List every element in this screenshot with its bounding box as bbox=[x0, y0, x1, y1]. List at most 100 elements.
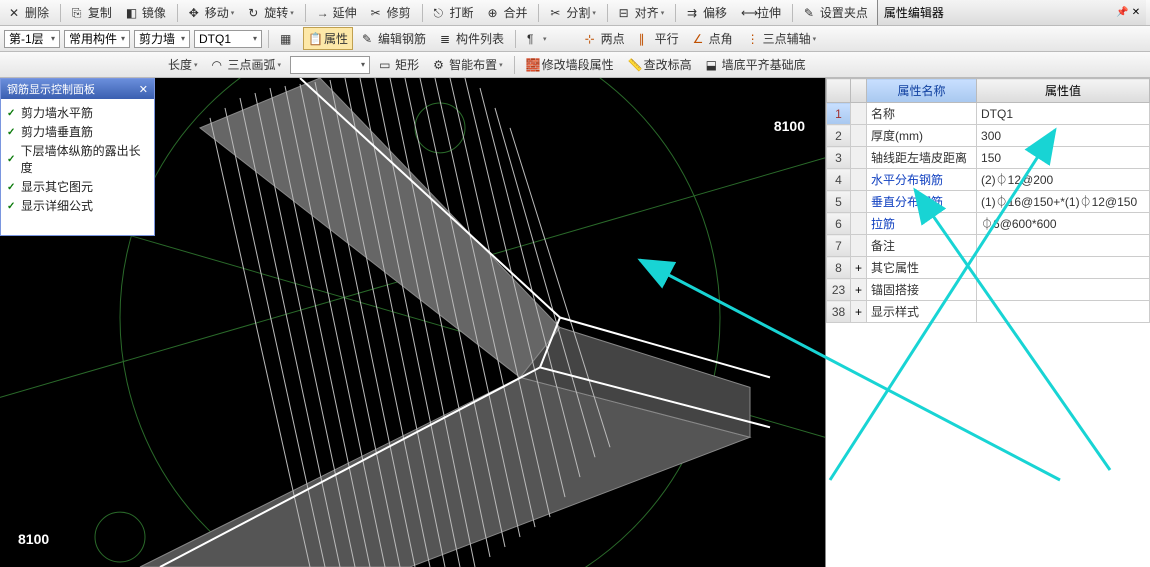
grid-icon: ▦ bbox=[280, 32, 294, 46]
prop-name-cell[interactable]: 轴线距左墙皮距离 bbox=[867, 147, 977, 169]
toolbar-selection: 第-1层▾ 常用构件▾ 剪力墙▾ DTQ1▾ ▦ 📋属性 ✎编辑钢筋 ≣构件列表… bbox=[0, 26, 1150, 52]
prop-name-cell[interactable]: 锚固搭接 bbox=[867, 279, 977, 301]
btn-modify-wall[interactable]: 🧱修改墙段属性 bbox=[521, 53, 619, 76]
component-dropdown[interactable]: 常用构件▾ bbox=[64, 30, 130, 48]
btn-rotate[interactable]: ↻旋转▾ bbox=[243, 1, 299, 24]
btn-property[interactable]: 📋属性 bbox=[303, 27, 353, 50]
pin-icon[interactable]: 📌 bbox=[1116, 7, 1128, 19]
btn-break[interactable]: ⎋打断 bbox=[428, 1, 478, 24]
check-horiz[interactable]: ✓剪力墙水平筋 bbox=[7, 103, 148, 122]
prop-value-cell[interactable]: (2)⏀12@200 bbox=[977, 169, 1150, 191]
prop-row[interactable]: 3轴线距左墙皮距离150 bbox=[827, 147, 1150, 169]
prop-value-cell[interactable] bbox=[977, 279, 1150, 301]
prop-value-cell[interactable]: (1)⏀16@150+*(1)⏀12@150 bbox=[977, 191, 1150, 213]
prop-row[interactable]: 1名称DTQ1 bbox=[827, 103, 1150, 125]
btn-copy[interactable]: ⎘复制 bbox=[67, 1, 117, 24]
btn-smart-layout[interactable]: ⚙智能布置▾ bbox=[428, 53, 508, 76]
btn-parallel[interactable]: ∥平行 bbox=[634, 27, 684, 50]
btn-align[interactable]: ⊟对齐▾ bbox=[614, 1, 670, 24]
elev-icon: 📏 bbox=[628, 58, 642, 72]
rebar-display-panel: 钢筋显示控制面板 ✕ ✓剪力墙水平筋 ✓剪力墙垂直筋 ✓下层墙体纵筋的露出长度 … bbox=[0, 78, 155, 236]
property-editor: 属性名称 属性值 1名称DTQ12厚度(mm)3003轴线距左墙皮距离1504水… bbox=[825, 78, 1150, 567]
btn-delete[interactable]: ✕删除 bbox=[4, 1, 54, 24]
btn-length[interactable]: 长度▾ bbox=[163, 53, 203, 76]
btn-tool-b[interactable]: ¶▾ bbox=[522, 29, 552, 49]
btn-merge[interactable]: ⊕合并 bbox=[482, 1, 532, 24]
prop-row[interactable]: 7 备注 bbox=[827, 235, 1150, 257]
btn-point-angle[interactable]: ∠点角 bbox=[688, 27, 738, 50]
prop-row[interactable]: 6拉筋⏀6@600*600 bbox=[827, 213, 1150, 235]
arc-mode-dropdown[interactable]: ▾ bbox=[290, 56, 370, 74]
para-icon: ¶ bbox=[527, 32, 541, 46]
wall-icon: 🧱 bbox=[526, 58, 540, 72]
prop-row[interactable]: 5 垂直分布钢筋(1)⏀16@150+*(1)⏀12@150 bbox=[827, 191, 1150, 213]
panel-close-icon[interactable]: ✕ bbox=[139, 83, 148, 96]
wall-dropdown[interactable]: 剪力墙▾ bbox=[134, 30, 190, 48]
btn-two-point[interactable]: ⊹两点 bbox=[580, 27, 630, 50]
prop-row[interactable]: 23+锚固搭接 bbox=[827, 279, 1150, 301]
btn-tool-a[interactable]: ▦ bbox=[275, 29, 299, 49]
prop-row[interactable]: 2厚度(mm)300 bbox=[827, 125, 1150, 147]
check-vert[interactable]: ✓剪力墙垂直筋 bbox=[7, 122, 148, 141]
btn-edit-rebar[interactable]: ✎编辑钢筋 bbox=[357, 27, 431, 50]
expand-toggle[interactable]: + bbox=[851, 279, 867, 301]
expand-toggle[interactable]: + bbox=[851, 257, 867, 279]
prop-name-cell[interactable]: 拉筋 bbox=[867, 213, 977, 235]
prop-name-cell[interactable]: 名称 bbox=[867, 103, 977, 125]
prop-row[interactable]: 38+显示样式 bbox=[827, 301, 1150, 323]
prop-value-cell[interactable]: 150 bbox=[977, 147, 1150, 169]
row-number: 5 bbox=[827, 191, 851, 213]
layer-dropdown[interactable]: 第-1层▾ bbox=[4, 30, 60, 48]
btn-trim[interactable]: ✂修剪 bbox=[366, 1, 416, 24]
prop-value-cell[interactable] bbox=[977, 301, 1150, 323]
btn-offset[interactable]: ⇉偏移 bbox=[682, 1, 732, 24]
base-icon: ⬓ bbox=[706, 58, 720, 72]
prop-row[interactable]: 8+其它属性 bbox=[827, 257, 1150, 279]
check-other[interactable]: ✓显示其它图元 bbox=[7, 177, 148, 196]
separator bbox=[422, 4, 423, 22]
prop-name-cell[interactable]: 水平分布钢筋 bbox=[867, 169, 977, 191]
prop-row[interactable]: 4水平分布钢筋(2)⏀12@200 bbox=[827, 169, 1150, 191]
col-value[interactable]: 属性值 bbox=[977, 79, 1150, 103]
split-icon: ✂ bbox=[550, 6, 564, 20]
viewport-label-top: 8100 bbox=[774, 118, 805, 134]
btn-wall-bottom[interactable]: ⬓墙底平齐基础底 bbox=[701, 53, 811, 76]
dtq-dropdown[interactable]: DTQ1▾ bbox=[194, 30, 262, 48]
prop-value-cell[interactable] bbox=[977, 235, 1150, 257]
btn-three-arc[interactable]: ◠三点画弧▾ bbox=[207, 53, 287, 76]
btn-check-elev[interactable]: 📏查改标高 bbox=[623, 53, 697, 76]
prop-value-cell[interactable]: ⏀6@600*600 bbox=[977, 213, 1150, 235]
check-formula[interactable]: ✓显示详细公式 bbox=[7, 196, 148, 215]
expand-toggle bbox=[851, 191, 867, 213]
col-name[interactable]: 属性名称 bbox=[867, 79, 977, 103]
btn-mirror[interactable]: ◧镜像 bbox=[121, 1, 171, 24]
prop-name-cell[interactable]: 垂直分布钢筋 bbox=[867, 191, 977, 213]
toolbar-edit: ✕删除 ⎘复制 ◧镜像 ✥移动▾ ↻旋转▾ →延伸 ✂修剪 ⎋打断 ⊕合并 ✂分… bbox=[0, 0, 1150, 26]
btn-grip[interactable]: ✎设置夹点 bbox=[799, 1, 873, 24]
btn-component-list[interactable]: ≣构件列表 bbox=[435, 27, 509, 50]
close-icon[interactable]: ✕ bbox=[1130, 7, 1142, 19]
prop-name-cell[interactable]: 其它属性 bbox=[867, 257, 977, 279]
angle-icon: ∠ bbox=[693, 32, 707, 46]
prop-name-cell[interactable]: 显示样式 bbox=[867, 301, 977, 323]
parallel-icon: ∥ bbox=[639, 32, 653, 46]
btn-stretch[interactable]: ⟷拉伸 bbox=[736, 1, 786, 24]
prop-name-cell[interactable]: 备注 bbox=[867, 235, 977, 257]
mirror-icon: ◧ bbox=[126, 6, 140, 20]
btn-rect[interactable]: ▭矩形 bbox=[374, 53, 424, 76]
check-lower[interactable]: ✓下层墙体纵筋的露出长度 bbox=[7, 141, 148, 177]
prop-value-cell[interactable] bbox=[977, 257, 1150, 279]
prop-name-cell[interactable]: 厚度(mm) bbox=[867, 125, 977, 147]
prop-value-cell[interactable]: 300 bbox=[977, 125, 1150, 147]
btn-three-point[interactable]: ⋮三点辅轴▾ bbox=[742, 27, 822, 50]
prop-value-cell[interactable]: DTQ1 bbox=[977, 103, 1150, 125]
viewport-3d[interactable]: 钢筋显示控制面板 ✕ ✓剪力墙水平筋 ✓剪力墙垂直筋 ✓下层墙体纵筋的露出长度 … bbox=[0, 78, 825, 567]
btn-split[interactable]: ✂分割▾ bbox=[545, 1, 601, 24]
trim-icon: ✂ bbox=[371, 6, 385, 20]
copy-icon: ⎘ bbox=[72, 6, 86, 20]
btn-extend[interactable]: →延伸 bbox=[312, 1, 362, 24]
extend-icon: → bbox=[317, 6, 331, 20]
btn-move[interactable]: ✥移动▾ bbox=[184, 1, 240, 24]
row-number: 7 bbox=[827, 235, 851, 257]
expand-toggle[interactable]: + bbox=[851, 301, 867, 323]
